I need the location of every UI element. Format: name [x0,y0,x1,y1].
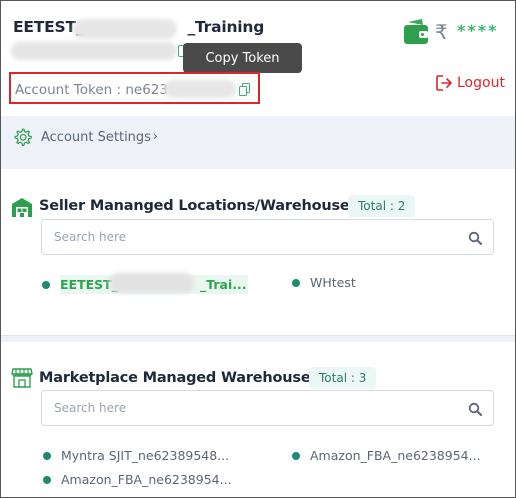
search-placeholder: Search here [54,401,127,415]
account-panel: EETEST_ _Training Copy Token Account Toke… [0,0,516,498]
account-token-box: Account Token : ne623 [9,72,260,104]
logout-icon [436,75,452,91]
redacted-account-detail [11,42,177,60]
location-item-whtest[interactable]: WHtest [292,275,356,290]
seller-search-input[interactable]: Search here [41,219,494,255]
warehouse-label: Amazon_FBA_ne6238954... [310,448,481,463]
logout-button[interactable]: Logout [435,74,505,92]
chevron-right-icon: › [153,129,158,143]
store-icon [11,368,33,388]
search-icon[interactable] [468,231,482,245]
gear-icon [14,128,32,146]
warehouse-label: Myntra SJIT_ne62389548... [61,448,230,463]
search-icon[interactable] [468,402,482,416]
marketplace-search-input[interactable]: Search here [41,390,494,426]
warehouse-item-myntra[interactable]: Myntra SJIT_ne62389548... [43,448,229,463]
status-dot [292,278,300,287]
wallet-balance[interactable]: **** [457,21,498,40]
redacted-location-name [109,273,194,293]
logout-label: Logout [457,75,505,91]
warehouse-label: Amazon_FBA_ne6238954... [61,472,232,487]
status-dot [292,451,300,460]
seller-section-title: Seller Mananged Locations/Warehouses [39,198,358,214]
account-settings-link[interactable]: Account Settings › [1,116,515,160]
account-settings-label: Account Settings [41,130,151,145]
marketplace-section-title: Marketplace Managed Warehouses [39,370,319,386]
divider [1,160,515,169]
copy-token-icon[interactable] [239,83,251,96]
warehouse-icon [12,198,32,217]
account-header: EETEST_ _Training Copy Token Account Toke… [1,1,515,116]
divider [1,335,515,342]
redacted-account-name [73,19,177,39]
rupee-icon: ₹ [435,20,448,44]
seller-locations-section: Seller Mananged Locations/Warehouses Tot… [1,169,515,335]
warehouse-item-amazon-fba-1[interactable]: Amazon_FBA_ne6238954... [292,448,481,463]
warehouse-item-amazon-fba-2[interactable]: Amazon_FBA_ne6238954... [43,472,232,487]
wallet-icon[interactable] [402,18,430,46]
marketplace-total-badge: Total : 3 [309,367,377,389]
location-label: WHtest [310,275,356,290]
copy-token-tooltip: Copy Token [183,43,302,73]
status-dot [43,451,51,460]
search-placeholder: Search here [54,230,127,244]
status-dot [42,280,50,289]
account-token-label: Account Token : ne623 [15,82,168,98]
seller-total-badge: Total : 2 [348,195,416,217]
status-dot [43,475,51,484]
redacted-token [164,80,236,98]
